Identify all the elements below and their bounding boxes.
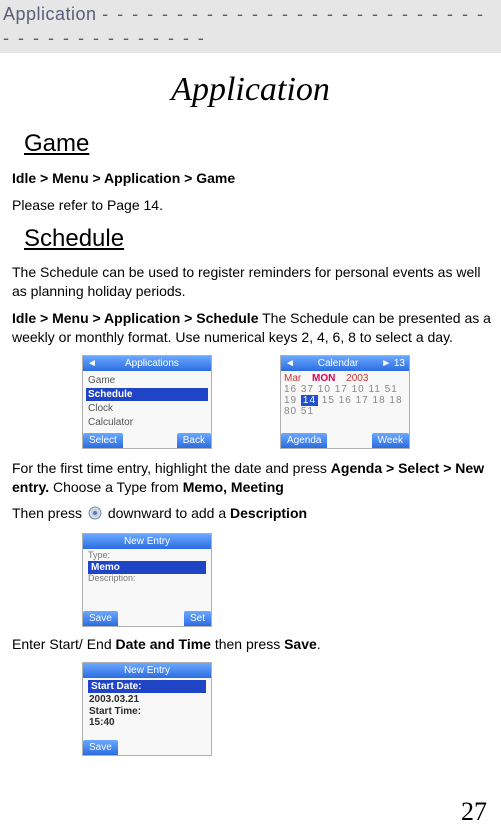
screenshot-new-entry-1: New Entry Type: Memo Description: Save S… (82, 533, 212, 627)
month-label: Mar (284, 373, 301, 384)
section-heading-game: Game (24, 128, 491, 160)
hdr-title: New Entry (124, 536, 170, 547)
section-heading-schedule: Schedule (24, 223, 491, 255)
figure-row-2: New Entry Type: Memo Description: Save S… (82, 533, 491, 627)
nav-circle-icon (88, 506, 102, 525)
hdr-title: Applications (125, 358, 179, 369)
list-item: Clock (86, 402, 208, 415)
field-label-type: Type: (86, 551, 208, 561)
breadcrumb-game: Idle > Menu > Application > Game (12, 169, 491, 188)
screenshot-new-entry-2: New Entry Start Date: 2003.03.21 Start T… (82, 662, 212, 756)
field-value-start-time: 15:40 (86, 717, 208, 728)
figure-row-3: New Entry Start Date: 2003.03.21 Start T… (82, 662, 491, 756)
calendar-week-row: 16 37 10 17 10 11 51 (284, 384, 406, 395)
screenshot-calendar: ◄ Calendar ► 13 Mar MON 2003 16 37 10 17… (280, 355, 410, 449)
calendar-month-row: Mar MON 2003 (284, 373, 406, 384)
calendar-week-row: 19 14 15 16 17 18 18 (284, 395, 406, 406)
calendar-selected-day: 14 (301, 395, 318, 406)
calendar-week-row: 80 51 (284, 406, 406, 417)
screenshot-applications-list: ◄ Applications Game Schedule Clock Calcu… (82, 355, 212, 449)
softkey-left: Select (83, 433, 123, 448)
field-label-start-date: Start Date: (88, 680, 206, 693)
hdr-left-arrow-icon: ◄ (285, 358, 295, 369)
hdr-title: New Entry (124, 665, 170, 676)
softkey-right: Week (372, 433, 409, 448)
year-label: 2003 (346, 373, 368, 384)
field-label-description: Description: (86, 574, 208, 584)
softkey-left: Agenda (281, 433, 327, 448)
then-press-line: Then press downward to add a Description (12, 504, 491, 525)
first-entry-line: For the first time entry, highlight the … (12, 459, 491, 497)
page-title: Application (0, 67, 501, 113)
list-item: Calculator (86, 416, 208, 429)
hdr-right: ► 13 (381, 358, 405, 369)
page-number: 27 (0, 794, 501, 829)
hdr-title: Calendar (318, 358, 359, 369)
weekday-label: MON (312, 373, 335, 384)
softkey-left: Save (83, 611, 118, 626)
softkey-left: Save (83, 740, 118, 755)
field-value-start-date: 2003.03.21 (86, 693, 208, 706)
field-label-start-time: Start Time: (86, 706, 208, 717)
start-end-line: Enter Start/ End Date and Time then pres… (12, 635, 491, 654)
breadcrumb-schedule: Idle > Menu > Application > Schedule (12, 310, 258, 326)
tab-title: Application (3, 4, 97, 24)
schedule-intro: The Schedule can be used to register rem… (12, 263, 491, 301)
game-body: Please refer to Page 14. (12, 196, 491, 215)
figure-row-1: ◄ Applications Game Schedule Clock Calcu… (82, 355, 491, 449)
hdr-left-arrow-icon: ◄ (87, 358, 97, 369)
list-item-selected: Schedule (86, 388, 208, 401)
softkey-right: Set (184, 611, 211, 626)
running-header: Application - - - - - - - - - - - - - - … (0, 0, 501, 53)
list-item: Game (86, 374, 208, 387)
softkey-right: Back (177, 433, 211, 448)
schedule-breadcrumb-line: Idle > Menu > Application > Schedule The… (12, 309, 491, 347)
